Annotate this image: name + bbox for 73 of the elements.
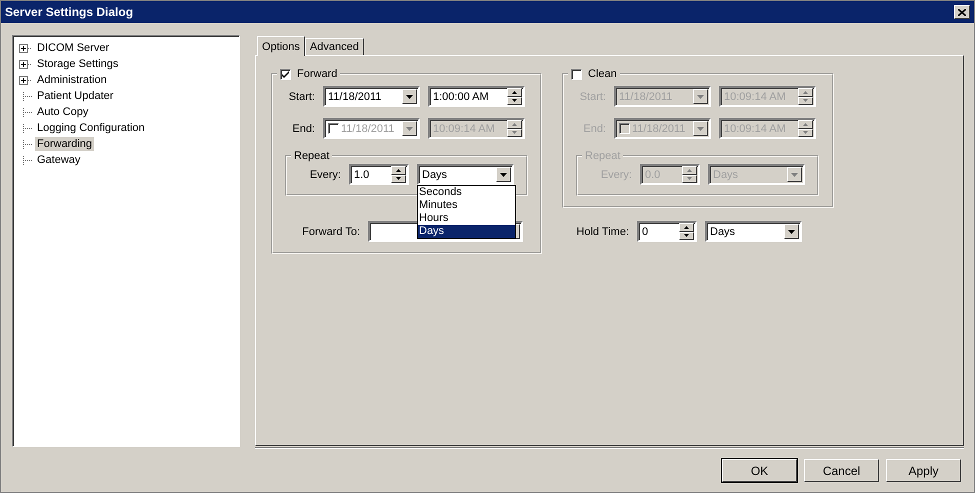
caret-icon	[684, 234, 689, 238]
field-label: End:	[291, 122, 315, 134]
dropdown-option[interactable]: Days	[418, 225, 515, 238]
dropdown-button[interactable]	[693, 121, 708, 136]
tree-item[interactable]: DICOM Server	[35, 41, 112, 55]
caret-up-icon	[512, 122, 517, 126]
dropdown-button[interactable]	[787, 167, 802, 182]
date-text: 11/18/2011	[341, 122, 396, 134]
checkbox[interactable]	[619, 123, 630, 134]
time-field[interactable]: 1:00:00 AM	[428, 86, 525, 107]
group-label: Forward	[297, 68, 338, 80]
caret-icon	[803, 131, 808, 134]
dialog-button[interactable]: Apply	[886, 459, 961, 482]
caret-icon	[512, 99, 517, 102]
expand-icon[interactable]	[19, 76, 32, 84]
caret-icon	[500, 172, 507, 176]
spin-up-button[interactable]	[798, 120, 813, 128]
caret-icon	[512, 131, 517, 134]
caret-up-icon	[687, 168, 692, 172]
field-label: Forward To:	[301, 226, 360, 238]
dropdown-button[interactable]	[402, 89, 417, 104]
caret-icon	[791, 172, 798, 176]
tree-item[interactable]: Forwarding	[35, 137, 94, 151]
field-label: Every:	[308, 168, 341, 180]
tree-item[interactable]: Storage Settings	[35, 57, 120, 71]
caret-up-icon	[684, 226, 689, 229]
date-picker[interactable]: 11/18/2011	[323, 86, 420, 107]
close-icon	[958, 8, 966, 16]
field-label: Start:	[288, 90, 315, 102]
check-icon	[282, 70, 289, 78]
tree-item[interactable]: Gateway	[35, 153, 82, 167]
spin-up-button[interactable]	[391, 166, 406, 174]
spin-up-button[interactable]	[507, 120, 522, 128]
caret-up-icon	[803, 122, 808, 126]
tree-item[interactable]: Auto Copy	[35, 105, 90, 119]
group-label: Clean	[588, 68, 617, 80]
expand-icon[interactable]	[19, 44, 32, 52]
dialog-button[interactable]: Cancel	[804, 459, 879, 482]
caret-icon	[406, 94, 413, 98]
caret-up-icon	[396, 168, 401, 172]
checkbox[interactable]	[571, 68, 582, 80]
close-button[interactable]	[954, 5, 970, 19]
window-title: Server Settings Dialog	[5, 5, 134, 19]
spin-up-button[interactable]	[507, 88, 522, 96]
tree-item[interactable]: Administration	[35, 73, 109, 87]
caret-up-icon	[803, 90, 808, 94]
spin-up-button[interactable]	[798, 88, 813, 96]
spin-up-button[interactable]	[682, 166, 697, 174]
dropdown-button[interactable]	[693, 89, 708, 104]
number-field[interactable]: 1.0	[349, 164, 409, 185]
caret-icon	[697, 126, 704, 130]
caret-up-icon	[512, 90, 517, 94]
unit-dropdown[interactable]: Days	[705, 221, 802, 242]
tab[interactable]: Advanced	[304, 38, 364, 55]
dialog-button[interactable]: OK	[722, 459, 797, 482]
dropdown-button[interactable]	[784, 224, 799, 239]
group-label: Repeat	[294, 150, 330, 162]
dropdown-button[interactable]	[496, 167, 511, 182]
caret-icon	[697, 94, 704, 98]
tree-item[interactable]: Patient Updater	[35, 89, 116, 103]
dropdown-button[interactable]	[402, 121, 417, 136]
caret-icon	[396, 177, 401, 180]
caret-icon	[406, 126, 413, 130]
number-field[interactable]: 0	[637, 221, 697, 242]
caret-icon	[803, 99, 808, 102]
caret-icon	[687, 177, 692, 180]
tab[interactable]: Options	[257, 36, 305, 56]
caret-icon	[788, 230, 795, 234]
field-label: Hold Time:	[575, 226, 629, 238]
expand-icon[interactable]	[19, 60, 32, 68]
checkbox[interactable]	[280, 68, 291, 80]
spin-up-button[interactable]	[679, 223, 694, 232]
tree-item[interactable]: Logging Configuration	[35, 121, 147, 135]
